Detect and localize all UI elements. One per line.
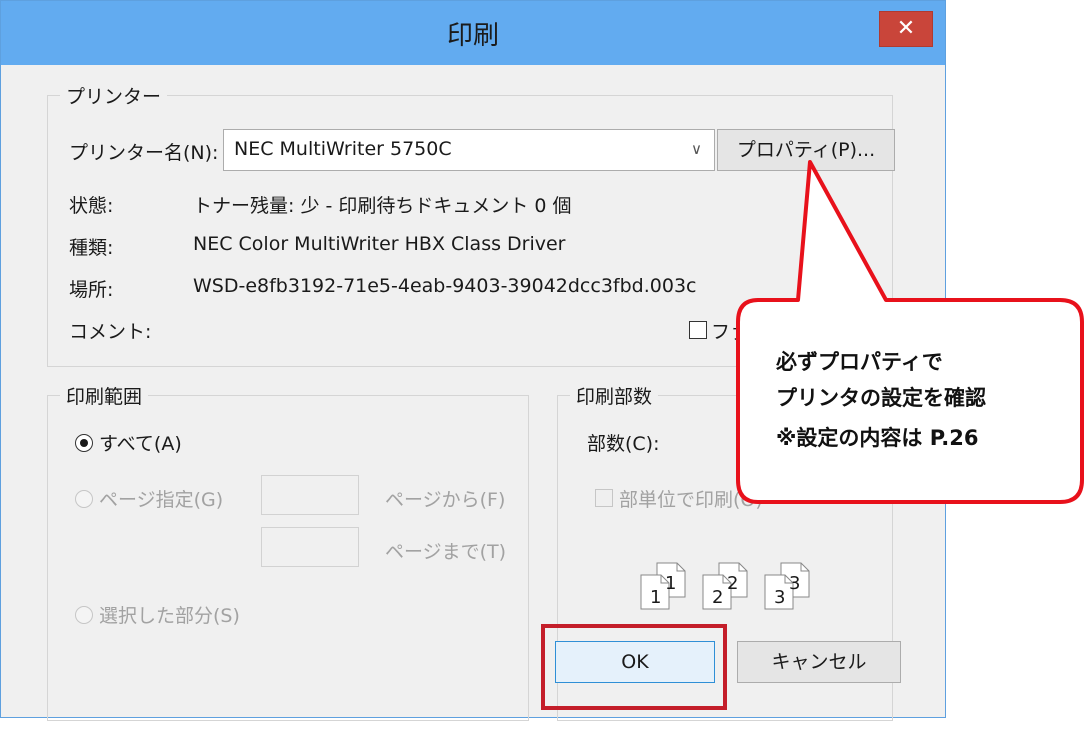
location-value: WSD-e8fb3192-71e5-4eab-9403-39042dcc3fbd… bbox=[193, 275, 697, 297]
type-label: 種類: bbox=[69, 237, 114, 259]
copies-label: 部数(C): bbox=[587, 433, 660, 455]
range-pages-radio[interactable] bbox=[75, 490, 93, 508]
print-range-label: 印刷範囲 bbox=[60, 382, 149, 409]
printer-group-label: プリンター bbox=[60, 82, 168, 109]
range-all-radio[interactable] bbox=[75, 434, 93, 452]
callout-line-2: プリンタの設定を確認 bbox=[776, 386, 986, 410]
title-bar[interactable]: 印刷 ✕ bbox=[1, 1, 945, 65]
status-label: 状態: bbox=[69, 195, 114, 217]
ok-button-highlight bbox=[541, 624, 727, 710]
collate-label: 部単位で印刷(O) bbox=[619, 489, 763, 511]
callout-line-3: ※設定の内容は P.26 bbox=[776, 426, 979, 450]
copies-group-label: 印刷部数 bbox=[570, 382, 659, 409]
printer-name-select[interactable]: NEC MultiWriter 5750C ∨ bbox=[223, 129, 715, 171]
collate-page-2-front-number: 2 bbox=[712, 587, 724, 608]
printer-name-value: NEC MultiWriter 5750C bbox=[234, 138, 452, 160]
range-selection-radio[interactable] bbox=[75, 606, 93, 624]
collate-page-3-icon: 3 3 bbox=[761, 561, 815, 615]
status-value: トナー残量: 少 - 印刷待ちドキュメント 0 個 bbox=[193, 195, 572, 217]
cancel-button-label: キャンセル bbox=[771, 651, 867, 673]
dialog-title: 印刷 bbox=[446, 21, 499, 51]
printer-name-label: プリンター名(N): bbox=[69, 142, 219, 164]
close-icon: ✕ bbox=[896, 16, 916, 41]
properties-button-label: プロパティ(P)... bbox=[736, 139, 876, 161]
collate-checkbox[interactable] bbox=[595, 489, 613, 507]
location-label: 場所: bbox=[69, 279, 114, 301]
collate-page-1-front-number: 1 bbox=[650, 587, 662, 608]
type-value: NEC Color MultiWriter HBX Class Driver bbox=[193, 233, 566, 255]
collate-page-1-back-number: 1 bbox=[665, 573, 677, 594]
page-to-input[interactable] bbox=[261, 527, 359, 567]
page-from-input[interactable] bbox=[261, 475, 359, 515]
page-from-label: ページから(F) bbox=[385, 489, 506, 511]
callout-line-1: 必ずプロパティで bbox=[776, 350, 943, 374]
range-all-label: すべて(A) bbox=[99, 433, 182, 455]
collate-page-1-icon: 1 1 bbox=[637, 561, 691, 615]
cancel-button[interactable]: キャンセル bbox=[737, 641, 901, 683]
collate-page-2-back-number: 2 bbox=[727, 573, 739, 594]
comment-label: コメント: bbox=[69, 321, 152, 343]
chevron-down-icon: ∨ bbox=[691, 140, 702, 158]
print-to-file-label: ファ bbox=[711, 321, 750, 343]
range-selection-label: 選択した部分(S) bbox=[99, 605, 240, 627]
range-pages-label: ページ指定(G) bbox=[99, 489, 224, 511]
page-to-label: ページまで(T) bbox=[385, 541, 507, 563]
collate-page-3-front-number: 3 bbox=[774, 587, 786, 608]
close-button[interactable]: ✕ bbox=[879, 11, 933, 47]
collate-page-3-back-number: 3 bbox=[789, 573, 801, 594]
print-to-file-checkbox[interactable] bbox=[689, 321, 707, 339]
collate-page-2-icon: 2 2 bbox=[699, 561, 753, 615]
properties-button[interactable]: プロパティ(P)... bbox=[717, 129, 895, 171]
